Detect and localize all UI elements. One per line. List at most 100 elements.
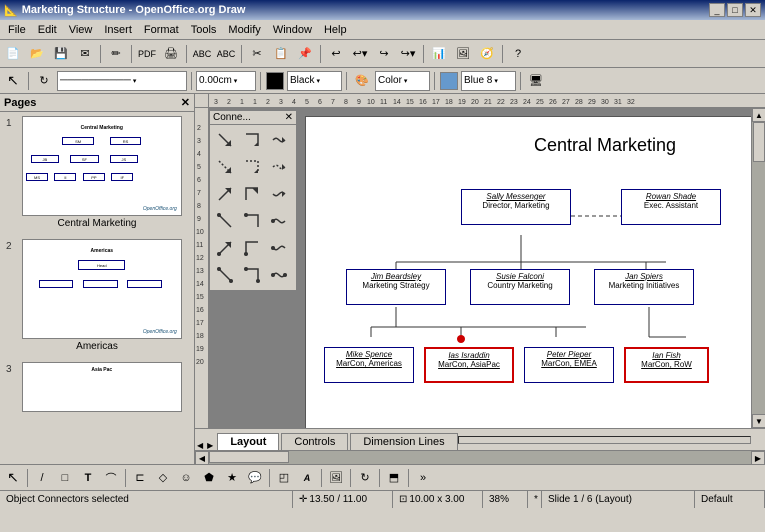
stars-button[interactable]: ★ bbox=[221, 467, 243, 489]
connector-btn-7[interactable] bbox=[212, 181, 238, 207]
selection-mode-button[interactable]: ↖ bbox=[2, 70, 24, 92]
tab-dimension-lines[interactable]: Dimension Lines bbox=[350, 433, 457, 450]
line-tool-button[interactable]: / bbox=[31, 467, 53, 489]
connector-toolbar-header[interactable]: Conne... ✕ bbox=[210, 111, 296, 125]
close-button[interactable]: ✕ bbox=[745, 3, 761, 17]
connector-btn-15[interactable] bbox=[266, 235, 292, 261]
pages-scroll[interactable]: 1 Central Marketing SM RS JB SF JS MS II… bbox=[0, 112, 194, 464]
flowchart-button[interactable]: ⬟ bbox=[198, 467, 220, 489]
tab-order-button[interactable]: ⬒ bbox=[383, 467, 405, 489]
new-button[interactable]: 📄 bbox=[2, 43, 24, 65]
undo-button[interactable]: ↩ bbox=[325, 43, 347, 65]
connector-btn-5[interactable] bbox=[239, 154, 265, 180]
org-box-rowan[interactable]: Rowan Shade Exec. Assistant bbox=[621, 189, 721, 225]
undo-list-button[interactable]: ↩▾ bbox=[349, 43, 371, 65]
connector-btn-14[interactable] bbox=[239, 235, 265, 261]
save-button[interactable]: 💾 bbox=[50, 43, 72, 65]
open-button[interactable]: 📂 bbox=[26, 43, 48, 65]
connector-btn-8[interactable] bbox=[239, 181, 265, 207]
draw-area[interactable]: Conne... ✕ bbox=[209, 108, 751, 428]
tab-scrollbar[interactable] bbox=[458, 436, 751, 444]
rotate-button[interactable]: ↻ bbox=[33, 70, 55, 92]
connector-btn-10[interactable] bbox=[212, 208, 238, 234]
help-button[interactable]: ? bbox=[507, 43, 529, 65]
page-item-2[interactable]: 2 Americas Head OpenOffice.org Americas bbox=[0, 235, 194, 358]
org-box-ian[interactable]: Ian Fish MarCon, RoW bbox=[624, 347, 709, 383]
page-thumb-2[interactable]: Americas Head OpenOffice.org bbox=[22, 239, 182, 339]
scroll-track[interactable] bbox=[752, 122, 765, 414]
connector-btn-12[interactable] bbox=[266, 208, 292, 234]
color-name-dropdown[interactable]: Black ▾ bbox=[287, 71, 342, 91]
org-box-sally[interactable]: Sally Messenger Director, Marketing bbox=[461, 189, 571, 225]
select-tool-button[interactable]: ↖ bbox=[2, 467, 24, 489]
symbol-button[interactable]: ☺ bbox=[175, 467, 197, 489]
menu-edit[interactable]: Edit bbox=[32, 22, 63, 38]
navigator-button[interactable]: 🧭 bbox=[476, 43, 498, 65]
rect-tool-button[interactable]: □ bbox=[54, 467, 76, 489]
fill-color-dropdown[interactable]: Color ▾ bbox=[375, 71, 430, 91]
page-thumb-1[interactable]: Central Marketing SM RS JB SF JS MS II P… bbox=[22, 116, 182, 216]
vertical-scrollbar[interactable]: ▲ ▼ bbox=[751, 108, 765, 428]
connector-btn-16[interactable] bbox=[212, 262, 238, 288]
spellcheck2-button[interactable]: ABC bbox=[215, 43, 237, 65]
horizontal-scrollbar[interactable]: ◀ ▶ bbox=[195, 450, 765, 464]
org-box-peter[interactable]: Peter Pieper MarCon, EMEA bbox=[524, 347, 614, 383]
pages-close-button[interactable]: ✕ bbox=[181, 96, 190, 109]
curve-tool-button[interactable]: ⌒ bbox=[100, 467, 122, 489]
hscroll-track[interactable] bbox=[209, 451, 751, 464]
title-bar-controls[interactable]: _ □ ✕ bbox=[709, 3, 761, 17]
line-style-dropdown[interactable]: ────────── ▾ bbox=[57, 71, 187, 91]
connector-tool-button[interactable]: ⊏ bbox=[129, 467, 151, 489]
menu-file[interactable]: File bbox=[2, 22, 32, 38]
menu-tools[interactable]: Tools bbox=[185, 22, 223, 38]
print-button[interactable]: 🖨 bbox=[160, 43, 182, 65]
color-icon-button[interactable]: 🎨 bbox=[351, 70, 373, 92]
menu-modify[interactable]: Modify bbox=[222, 22, 266, 38]
copy-button[interactable]: 📋 bbox=[270, 43, 292, 65]
connector-btn-4[interactable] bbox=[212, 154, 238, 180]
menu-window[interactable]: Window bbox=[267, 22, 318, 38]
org-box-jan[interactable]: Jan Spiers Marketing Initiatives bbox=[594, 269, 694, 305]
email-button[interactable]: ✉ bbox=[74, 43, 96, 65]
insert-image-button[interactable]: 🖼 bbox=[325, 467, 347, 489]
connector-btn-9[interactable] bbox=[266, 181, 292, 207]
text-tool-button[interactable]: T bbox=[77, 467, 99, 489]
tab-layout[interactable]: Layout bbox=[217, 433, 279, 450]
canvas[interactable]: Central Marketing bbox=[305, 116, 751, 428]
gallery-button[interactable]: 🖼 bbox=[452, 43, 474, 65]
scroll-up-button[interactable]: ▲ bbox=[752, 108, 765, 122]
shadow-button[interactable]: ◰ bbox=[273, 467, 295, 489]
tab-scroll-right-button[interactable]: ▶ bbox=[205, 441, 215, 450]
connector-btn-1[interactable] bbox=[212, 127, 238, 153]
hscroll-right-button[interactable]: ▶ bbox=[751, 451, 765, 464]
connector-btn-13[interactable] bbox=[212, 235, 238, 261]
connector-btn-18[interactable] bbox=[266, 262, 292, 288]
spellcheck-button[interactable]: ABC bbox=[191, 43, 213, 65]
org-box-mike[interactable]: Mike Spence MarCon, Americas bbox=[324, 347, 414, 383]
status-zoom[interactable]: 38% bbox=[483, 491, 528, 508]
hscroll-thumb[interactable] bbox=[209, 451, 289, 463]
connector-btn-17[interactable] bbox=[239, 262, 265, 288]
scroll-thumb[interactable] bbox=[753, 122, 765, 162]
page-item-1[interactable]: 1 Central Marketing SM RS JB SF JS MS II… bbox=[0, 112, 194, 235]
maximize-button[interactable]: □ bbox=[727, 3, 743, 17]
tab-scroll-left-button[interactable]: ◀ bbox=[195, 441, 205, 450]
export-pdf-button[interactable]: PDF bbox=[136, 43, 158, 65]
menu-insert[interactable]: Insert bbox=[98, 22, 138, 38]
edit-doc-button[interactable]: ✏ bbox=[105, 43, 127, 65]
page-item-3[interactable]: 3 Asia Pac bbox=[0, 358, 194, 416]
hscroll-left-button[interactable]: ◀ bbox=[195, 451, 209, 464]
menu-format[interactable]: Format bbox=[138, 22, 185, 38]
scroll-down-button[interactable]: ▼ bbox=[752, 414, 765, 428]
position-dropdown[interactable]: 0.00cm ▾ bbox=[196, 71, 256, 91]
org-box-ias[interactable]: Ias Israddin MarCon, AsiaPac bbox=[424, 347, 514, 383]
menu-view[interactable]: View bbox=[63, 22, 99, 38]
chart-button[interactable]: 📊 bbox=[428, 43, 450, 65]
tab-controls[interactable]: Controls bbox=[281, 433, 348, 450]
connector-btn-3[interactable] bbox=[266, 127, 292, 153]
display-button[interactable]: 🖥 bbox=[525, 70, 547, 92]
connector-btn-11[interactable] bbox=[239, 208, 265, 234]
org-box-jim[interactable]: Jim Beardsley Marketing Strategy bbox=[346, 269, 446, 305]
shapes-button[interactable]: ◇ bbox=[152, 467, 174, 489]
redo-button[interactable]: ↪ bbox=[373, 43, 395, 65]
